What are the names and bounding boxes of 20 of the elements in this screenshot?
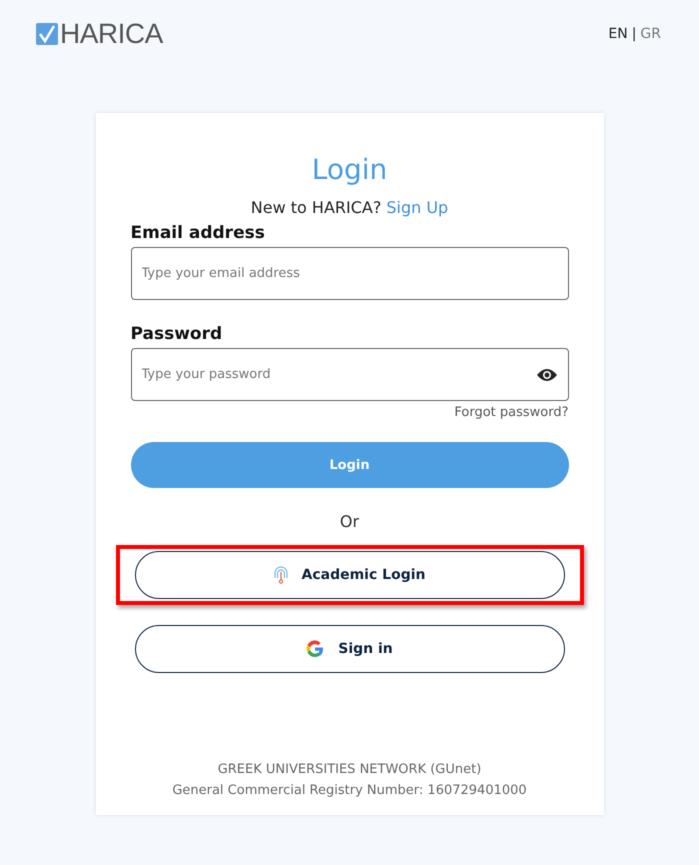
footer-text: General Commercial Registry Number: 160729401000 [171,782,528,800]
password-field[interactable]: Type your password [130,348,568,401]
checkbox-logo-icon [36,23,58,45]
academic-login-button[interactable]: Academic Login [134,551,564,599]
or-divider-text: Or [338,512,360,531]
language-separator: | [632,26,636,42]
footer-text: GREEK UNIVERSITIES NETWORK (GUnet) [216,761,482,779]
language-link[interactable]: GR [640,26,661,42]
email-field[interactable]: Type your email address [130,247,568,300]
fingerprint-icon [274,566,288,584]
forgot-password-link[interactable]: Forgot password? [454,405,568,420]
eye-icon[interactable] [536,368,556,382]
language-link[interactable]: EN [608,26,628,42]
field-label: Password [130,324,224,344]
google-icon [306,640,324,658]
login-title: Login [310,153,388,186]
logo-text: HARICA [60,18,163,50]
google-sign-in-button[interactable]: Sign in [134,625,564,673]
signup-prompt: New to HARICA? [250,198,382,217]
field-label: Email address [130,223,266,243]
